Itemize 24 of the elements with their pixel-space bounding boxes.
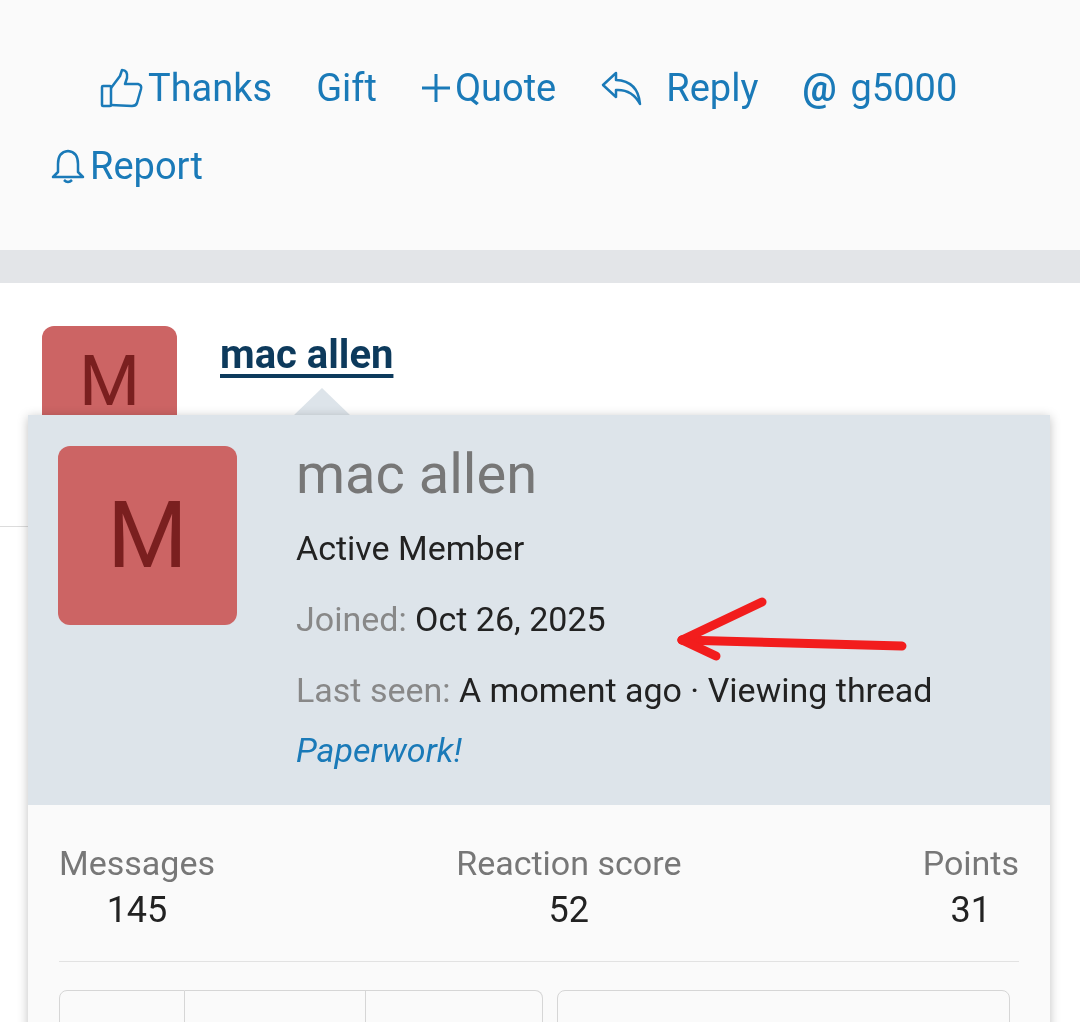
plus-icon <box>420 73 451 103</box>
user-avatar[interactable]: M <box>58 446 237 625</box>
last-seen-text: Last seen: A moment ago · Viewing thread Paperwork! <box>296 669 934 772</box>
stat-label: Points <box>922 842 1019 885</box>
joined-label: Joined: <box>296 599 407 639</box>
username-link[interactable]: mac allen <box>220 335 394 375</box>
thumbs-up-icon <box>100 68 144 108</box>
at-icon: @ <box>802 64 837 112</box>
stat-value: 31 <box>950 888 992 933</box>
stat-label: Messages <box>59 842 215 885</box>
thread-link[interactable]: Paperwork! <box>296 730 462 770</box>
member-name: mac allen <box>296 442 539 506</box>
action-link[interactable]: Report <box>50 142 203 190</box>
stat-value: 145 <box>106 888 168 933</box>
stat-value: 52 <box>548 888 590 933</box>
action-link[interactable]: Quote <box>420 64 557 112</box>
stat-label: Reaction score <box>456 842 682 885</box>
joined-date: Oct 26, 2025 <box>415 599 606 639</box>
action-link[interactable]: @ g5000 <box>802 64 958 112</box>
action-link[interactable]: Gift <box>316 64 377 112</box>
action-link[interactable]: Thanks <box>100 64 273 112</box>
member-title: Active Member <box>296 527 526 570</box>
bell-icon <box>50 148 86 184</box>
action-link[interactable]: Reply <box>600 64 759 112</box>
